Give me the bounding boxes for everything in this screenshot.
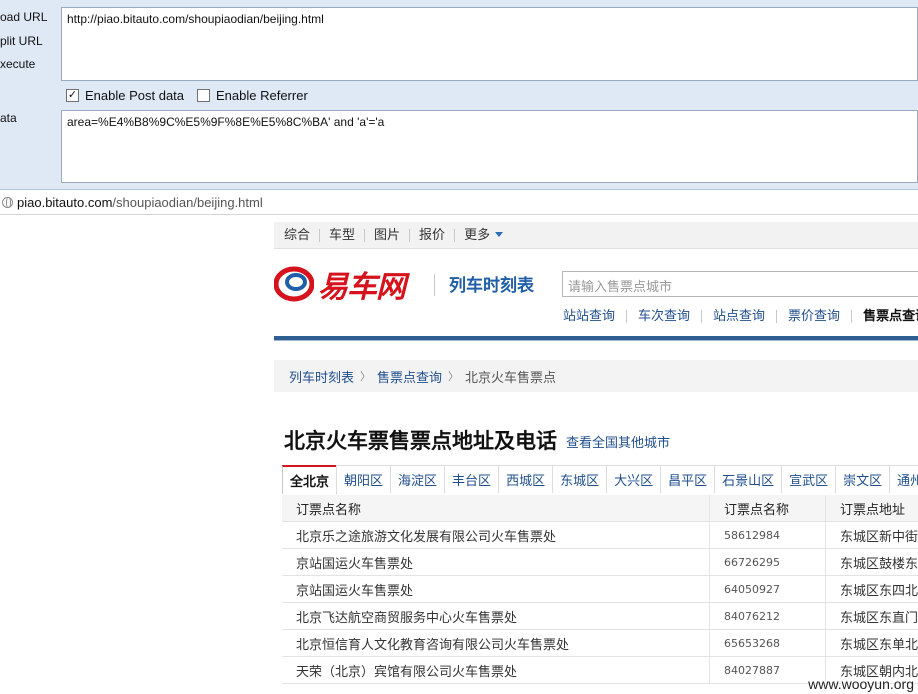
- table-row: 北京恒信育人文化教育咨询有限公司火车售票处 65653268 东城区东单北大: [282, 630, 918, 657]
- outlet-phone: 84076212: [710, 603, 826, 629]
- address-path: /shoupiaodian/beijing.html: [112, 195, 263, 210]
- outlet-phone: 65653268: [710, 630, 826, 656]
- globe-icon: [2, 197, 13, 208]
- topnav-more-label: 更多: [464, 227, 491, 243]
- column-header-address: 订票点地址: [840, 502, 906, 518]
- outlet-phone: 64050927: [710, 576, 826, 602]
- outlet-address: 东城区鼓楼东大: [840, 556, 918, 572]
- tab-haidian[interactable]: 海淀区: [390, 465, 446, 493]
- load-url-button[interactable]: oad URL: [0, 10, 47, 24]
- table-header-row: 订票点名称 订票点名称 订票点地址: [282, 495, 918, 522]
- tab-all-beijing[interactable]: 全北京: [282, 465, 338, 494]
- breadcrumb-outlet-query[interactable]: 售票点查询: [377, 367, 442, 386]
- hackbar-panel: oad URL plit URL xecute ata http://piao.…: [0, 0, 918, 190]
- section-title: 列车时刻表: [449, 276, 534, 296]
- tab-chaoyang[interactable]: 朝阳区: [336, 465, 392, 493]
- topnav-item-photos[interactable]: 图片: [364, 228, 409, 242]
- table-row: 京站国运火车售票处 66726295 东城区鼓楼东大: [282, 549, 918, 576]
- enable-referrer-label: Enable Referrer: [216, 88, 308, 103]
- outlet-address: 东城区东四北大: [840, 583, 918, 599]
- district-tabs: 全北京 朝阳区 海淀区 丰台区 西城区 东城区 大兴区 昌平区 石景山区 宣武区…: [282, 465, 918, 494]
- tab-xicheng[interactable]: 西城区: [498, 465, 554, 493]
- watermark: www.wooyun.org: [808, 676, 914, 692]
- breadcrumb: 列车时刻表 〉 售票点查询 〉 北京火车售票点: [274, 360, 918, 392]
- train-sub-nav: 站站查询 车次查询 站点查询 票价查询 售票点查询: [563, 310, 918, 323]
- header-divider: [274, 336, 918, 341]
- tab-fengtai[interactable]: 丰台区: [444, 465, 500, 493]
- tab-dongcheng[interactable]: 东城区: [552, 465, 608, 493]
- top-nav: 综合 车型 图片 报价 更多: [274, 222, 918, 249]
- address-domain: piao.bitauto.com: [17, 195, 113, 210]
- topnav-item-prices[interactable]: 报价: [409, 228, 454, 242]
- enable-post-label: Enable Post data: [85, 88, 185, 103]
- tab-chongwen[interactable]: 崇文区: [835, 465, 891, 493]
- outlet-phone: 66726295: [710, 549, 826, 575]
- site-logo[interactable]: 易车网 列车时刻表: [274, 260, 554, 306]
- post-data-textarea[interactable]: area=%E4%B8%9C%E5%9F%8E%E5%8C%BA' and 'a…: [61, 110, 918, 183]
- other-cities-link[interactable]: 查看全国其他城市: [566, 432, 670, 451]
- table-row: 北京飞达航空商贸服务中心火车售票处 84076212 东城区东直门内: [282, 603, 918, 630]
- outlet-address: 东城区东直门内: [840, 610, 918, 626]
- topnav-item-more[interactable]: 更多: [454, 227, 512, 243]
- outlet-phone: 58612984: [710, 522, 826, 548]
- checkbox-unchecked-icon: [197, 89, 210, 102]
- tab-tongzhou[interactable]: 通州区: [889, 465, 918, 493]
- subnav-station-to-station[interactable]: 站站查询: [563, 310, 626, 323]
- outlet-address: 东城区东单北大: [840, 637, 918, 653]
- split-url-button[interactable]: plit URL: [0, 34, 43, 48]
- chevron-right-icon: 〉: [360, 370, 372, 383]
- city-search-input[interactable]: 请输入售票点城市: [562, 271, 918, 297]
- url-textarea[interactable]: http://piao.bitauto.com/shoupiaodian/bei…: [61, 7, 918, 81]
- logo-divider: [434, 274, 435, 296]
- table-row: 北京乐之途旅游文化发展有限公司火车售票处 58612984 东城区新中街5: [282, 522, 918, 549]
- execute-button[interactable]: xecute: [0, 57, 35, 71]
- outlet-table: 订票点名称 订票点名称 订票点地址 北京乐之途旅游文化发展有限公司火车售票处 5…: [282, 495, 918, 684]
- tab-changping[interactable]: 昌平区: [660, 465, 716, 493]
- breadcrumb-timetable[interactable]: 列车时刻表: [289, 367, 354, 386]
- table-row: 京站国运火车售票处 64050927 东城区东四北大: [282, 576, 918, 603]
- enable-post-checkbox[interactable]: ✓ Enable Post data: [66, 88, 184, 103]
- bitauto-logo-icon: [274, 266, 314, 302]
- tab-xuanwu[interactable]: 宣武区: [781, 465, 837, 493]
- outlet-address: 东城区新中街5: [840, 529, 918, 545]
- outlet-name: 北京飞达航空商贸服务中心火车售票处: [282, 603, 710, 629]
- checkbox-checked-icon: ✓: [66, 89, 79, 102]
- chevron-right-icon: 〉: [448, 370, 460, 383]
- tab-daxing[interactable]: 大兴区: [606, 465, 662, 493]
- post-data-label: ata: [0, 111, 17, 125]
- tab-shijingshan[interactable]: 石景山区: [714, 465, 783, 493]
- outlet-name: 京站国运火车售票处: [282, 576, 710, 602]
- address-url[interactable]: piao.bitauto.com/shoupiaodian/beijing.ht…: [17, 195, 263, 210]
- web-page: 综合 车型 图片 报价 更多 易车网 列车时刻表 请输入售票点城市 站站查询 车…: [274, 222, 918, 694]
- breadcrumb-current: 北京火车售票点: [465, 370, 557, 386]
- outlet-name: 京站国运火车售票处: [282, 549, 710, 575]
- subnav-train-number[interactable]: 车次查询: [626, 310, 701, 323]
- caret-down-icon: [495, 231, 504, 237]
- outlet-name: 北京乐之途旅游文化发展有限公司火车售票处: [282, 522, 710, 548]
- logo-wordmark: 易车网: [318, 270, 406, 305]
- column-header-name: 订票点名称: [282, 495, 710, 521]
- outlet-name: 天荣（北京）宾馆有限公司火车售票处: [282, 657, 710, 683]
- outlet-name: 北京恒信育人文化教育咨询有限公司火车售票处: [282, 630, 710, 656]
- subnav-station[interactable]: 站点查询: [701, 310, 776, 323]
- subnav-ticket-outlets[interactable]: 售票点查询: [851, 310, 918, 323]
- topnav-item-overview[interactable]: 综合: [284, 229, 319, 242]
- column-header-phone: 订票点名称: [710, 495, 826, 521]
- address-bar[interactable]: piao.bitauto.com/shoupiaodian/beijing.ht…: [0, 191, 918, 215]
- subnav-fare[interactable]: 票价查询: [776, 310, 851, 323]
- page-title: 北京火车票售票点地址及电话: [284, 429, 557, 453]
- enable-referrer-checkbox[interactable]: Enable Referrer: [197, 88, 308, 103]
- topnav-item-models[interactable]: 车型: [319, 228, 364, 242]
